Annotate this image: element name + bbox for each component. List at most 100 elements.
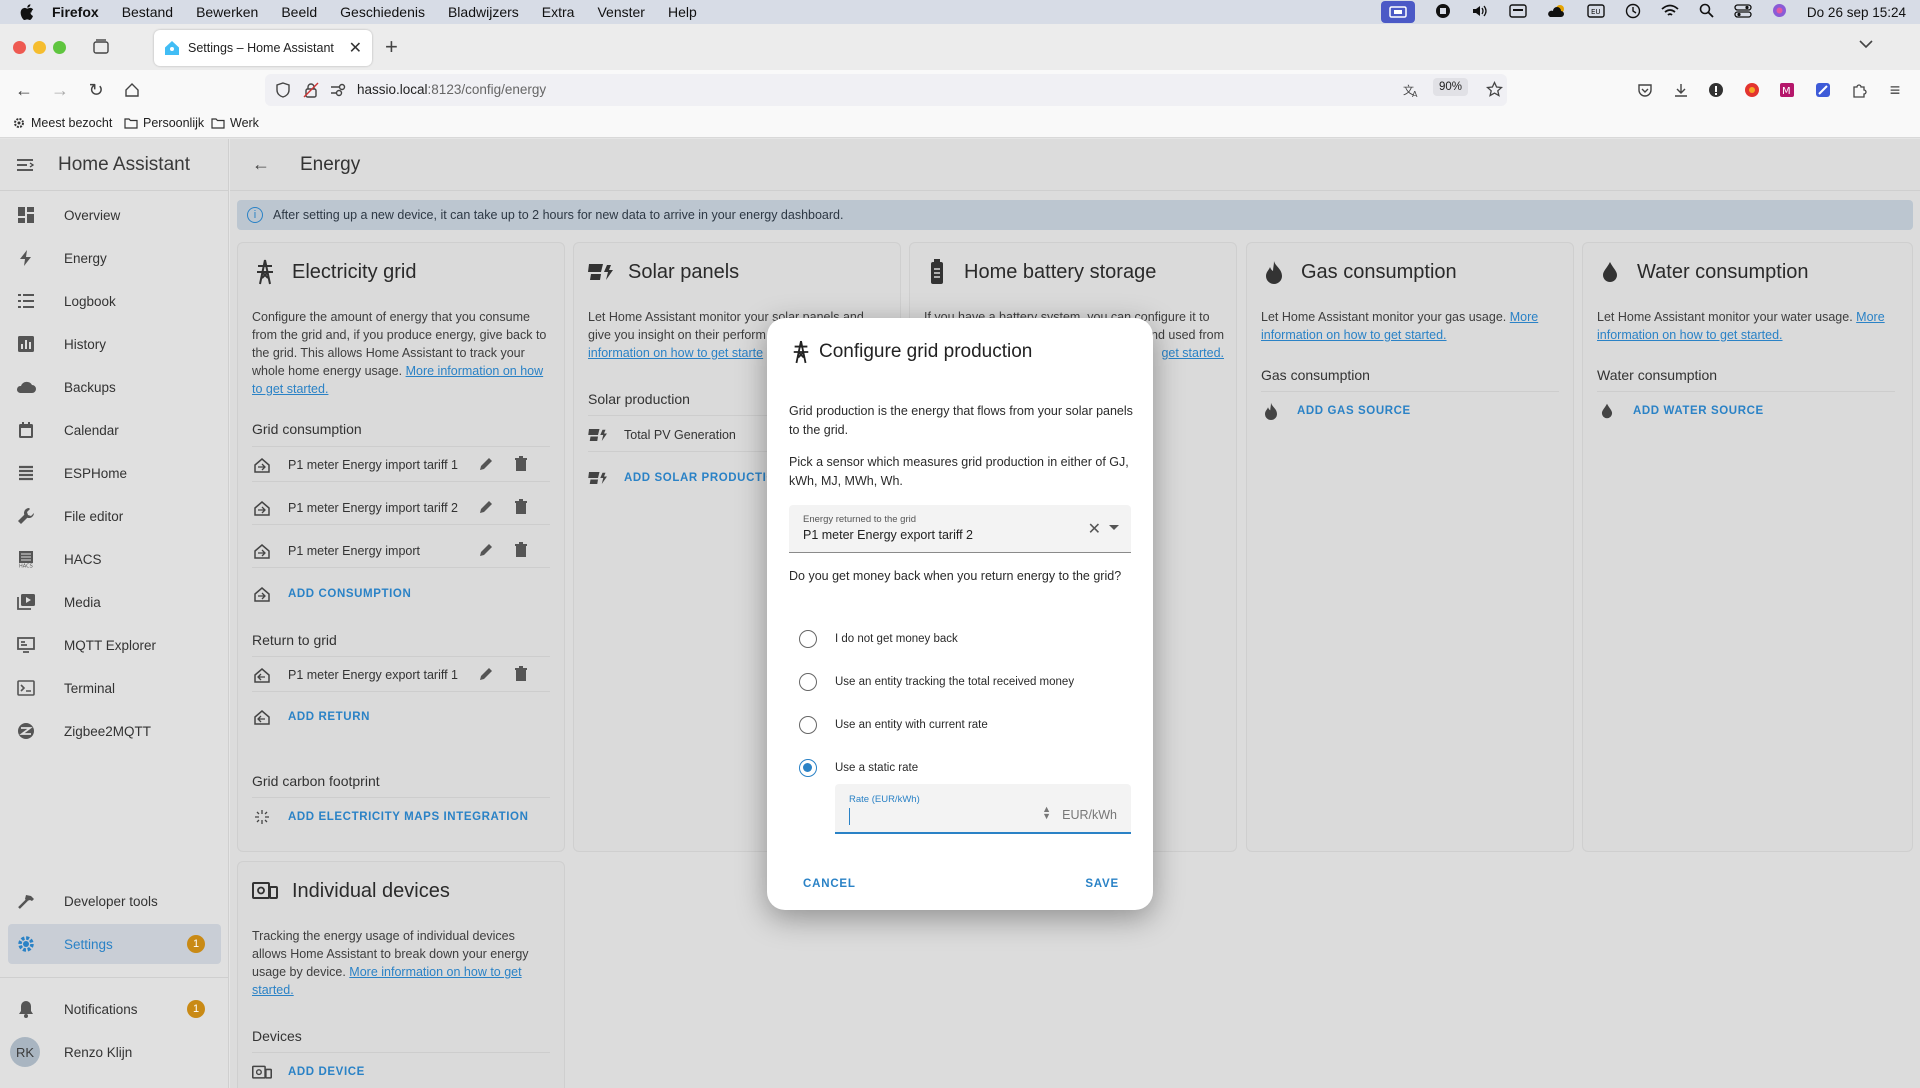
back-arrow-icon[interactable]: ← bbox=[13, 79, 35, 101]
add-electricity-maps-button[interactable]: ADD ELECTRICITY MAPS INTEGRATION bbox=[288, 811, 528, 823]
sidebar-item-overview[interactable]: Overview bbox=[8, 195, 221, 235]
sidebar-item-zigbee2mqtt[interactable]: Zigbee2MQTT bbox=[8, 711, 221, 751]
permissions-icon[interactable] bbox=[330, 83, 346, 102]
add-gas-row[interactable]: ADD GAS SOURCE bbox=[1261, 394, 1559, 428]
delete-trash-icon[interactable] bbox=[514, 499, 528, 518]
new-tab-plus-icon[interactable]: + bbox=[385, 34, 398, 60]
add-device-button[interactable]: ADD DEVICE bbox=[288, 1066, 365, 1078]
sidebar-toggle-icon[interactable] bbox=[16, 158, 35, 172]
more-info-link[interactable]: information on how to get starte bbox=[588, 346, 763, 360]
back-arrow-icon[interactable]: ← bbox=[252, 154, 270, 175]
delete-trash-icon[interactable] bbox=[514, 666, 528, 685]
sidebar-item-logbook[interactable]: Logbook bbox=[8, 281, 221, 321]
more-info-link[interactable]: get started. bbox=[1161, 346, 1224, 360]
extension-blue-icon[interactable] bbox=[1812, 79, 1834, 101]
bookmark-meest-bezocht[interactable]: Meest bezocht bbox=[12, 116, 112, 130]
add-carbon-row[interactable]: ADD ELECTRICITY MAPS INTEGRATION bbox=[252, 800, 550, 834]
add-solar-production-button[interactable]: ADD SOLAR PRODUCTIO bbox=[624, 472, 776, 484]
extension-magenta-icon[interactable]: M bbox=[1776, 79, 1798, 101]
add-return-button[interactable]: ADD RETURN bbox=[288, 711, 370, 723]
sidebar-item-calendar[interactable]: Calendar bbox=[8, 410, 221, 450]
menu-geschiedenis[interactable]: Geschiedenis bbox=[340, 4, 425, 20]
record-icon[interactable] bbox=[1435, 3, 1451, 22]
sidebar-item-backups[interactable]: Backups bbox=[8, 367, 221, 407]
apple-icon[interactable] bbox=[18, 3, 36, 21]
screen-share-icon[interactable] bbox=[1380, 1, 1415, 23]
list-all-tabs-chevron-icon[interactable] bbox=[1858, 36, 1874, 54]
insecure-lock-icon[interactable] bbox=[303, 82, 319, 103]
menu-bladwijzers[interactable]: Bladwijzers bbox=[448, 4, 519, 20]
bookmark-folder-werk[interactable]: Werk bbox=[211, 116, 259, 130]
sidebar-item-media[interactable]: Media bbox=[8, 582, 221, 622]
bookmark-folder-persoonlijk[interactable]: Persoonlijk bbox=[124, 116, 204, 130]
radio-option-no-money[interactable]: I do not get money back bbox=[799, 629, 958, 649]
dropdown-arrow-icon[interactable] bbox=[1109, 525, 1119, 530]
sidebar-item-terminal[interactable]: Terminal bbox=[8, 668, 221, 708]
delete-trash-icon[interactable] bbox=[514, 456, 528, 475]
clear-close-icon[interactable]: ✕ bbox=[1088, 519, 1101, 539]
edit-pencil-icon[interactable] bbox=[478, 499, 494, 518]
energy-returned-select[interactable]: Energy returned to the grid P1 meter Ene… bbox=[789, 505, 1131, 553]
control-center-icon[interactable] bbox=[1734, 3, 1752, 21]
radio-option-static-rate[interactable]: Use a static rate bbox=[799, 758, 918, 778]
cancel-button[interactable]: CANCEL bbox=[803, 878, 856, 890]
menu-bestand[interactable]: Bestand bbox=[122, 4, 173, 20]
sidebar-item-user-profile[interactable]: RK Renzo Klijn bbox=[8, 1032, 221, 1072]
tab-close-icon[interactable]: ✕ bbox=[349, 38, 362, 58]
edit-pencil-icon[interactable] bbox=[478, 456, 494, 475]
sidebar-item-energy[interactable]: Energy bbox=[8, 238, 221, 278]
tracking-shield-icon[interactable] bbox=[275, 82, 291, 103]
menu-bewerken[interactable]: Bewerken bbox=[196, 4, 258, 20]
pocket-icon[interactable] bbox=[1634, 79, 1656, 101]
hamburger-menu-icon[interactable]: ≡ bbox=[1884, 79, 1906, 101]
zoom-level[interactable]: 90% bbox=[1433, 78, 1469, 96]
window-zoom-button[interactable] bbox=[53, 41, 66, 54]
add-device-row[interactable]: ADD DEVICE bbox=[252, 1055, 550, 1088]
menu-venster[interactable]: Venster bbox=[597, 4, 644, 20]
menu-extra[interactable]: Extra bbox=[542, 4, 575, 20]
static-rate-input[interactable]: Rate (EUR/kWh) ▲ ▼ EUR/kWh bbox=[835, 784, 1131, 834]
forward-arrow-icon[interactable]: → bbox=[49, 79, 71, 101]
extensions-puzzle-icon[interactable] bbox=[1848, 79, 1870, 101]
cloud-weather-icon[interactable] bbox=[1547, 4, 1567, 21]
sidebar-item-settings[interactable]: Settings 1 bbox=[8, 924, 221, 964]
menu-help[interactable]: Help bbox=[668, 4, 697, 20]
bookmark-star-icon[interactable] bbox=[1485, 80, 1504, 103]
sidebar-item-hacs[interactable]: HACS HACS bbox=[8, 539, 221, 579]
add-consumption-button[interactable]: ADD CONSUMPTION bbox=[288, 588, 411, 600]
menu-beeld[interactable]: Beeld bbox=[281, 4, 317, 20]
number-spinner-icon[interactable]: ▲ ▼ bbox=[1042, 805, 1051, 821]
add-water-source-button[interactable]: ADD WATER SOURCE bbox=[1633, 405, 1764, 417]
add-consumption-row[interactable]: ADD CONSUMPTION bbox=[252, 577, 550, 611]
url-bar[interactable]: hassio.local:8123/config/energy 文A 90% bbox=[265, 74, 1507, 106]
clock[interactable]: Do 26 sep 15:24 bbox=[1807, 5, 1906, 20]
sidebar-item-file-editor[interactable]: File editor bbox=[8, 496, 221, 536]
radio-button[interactable] bbox=[799, 630, 817, 648]
sidebar-item-mqtt-explorer[interactable]: MQTT Explorer bbox=[8, 625, 221, 665]
eu-flag-icon[interactable]: EU bbox=[1587, 3, 1605, 21]
sidebar-item-developer-tools[interactable]: Developer tools bbox=[8, 881, 221, 921]
delete-trash-icon[interactable] bbox=[514, 542, 528, 561]
url-text[interactable]: hassio.local:8123/config/energy bbox=[357, 82, 546, 97]
save-button[interactable]: SAVE bbox=[1085, 878, 1119, 890]
window-close-button[interactable] bbox=[13, 41, 26, 54]
downloads-icon[interactable] bbox=[1670, 79, 1692, 101]
add-gas-source-button[interactable]: ADD GAS SOURCE bbox=[1297, 405, 1411, 417]
volume-icon[interactable] bbox=[1471, 4, 1489, 21]
radio-button[interactable] bbox=[799, 716, 817, 734]
menu-app-name[interactable]: Firefox bbox=[52, 4, 99, 20]
window-minimize-button[interactable] bbox=[33, 41, 46, 54]
tab-settings-home-assistant[interactable]: Settings – Home Assistant ✕ bbox=[154, 30, 372, 66]
wifi-icon[interactable] bbox=[1661, 4, 1679, 21]
tab-overview-icon[interactable] bbox=[92, 38, 110, 56]
sidebar-item-esphome[interactable]: ESPHome bbox=[8, 453, 221, 493]
edit-pencil-icon[interactable] bbox=[478, 542, 494, 561]
spotlight-search-icon[interactable] bbox=[1699, 3, 1714, 21]
radio-option-entity-total[interactable]: Use an entity tracking the total receive… bbox=[799, 672, 1074, 692]
sidebar-item-history[interactable]: History bbox=[8, 324, 221, 364]
home-icon[interactable] bbox=[121, 79, 143, 101]
extension-red-icon[interactable] bbox=[1741, 79, 1763, 101]
translate-icon[interactable]: 文A bbox=[1403, 82, 1419, 103]
siri-icon[interactable] bbox=[1772, 3, 1787, 21]
sidebar-item-notifications[interactable]: Notifications 1 bbox=[8, 989, 221, 1029]
